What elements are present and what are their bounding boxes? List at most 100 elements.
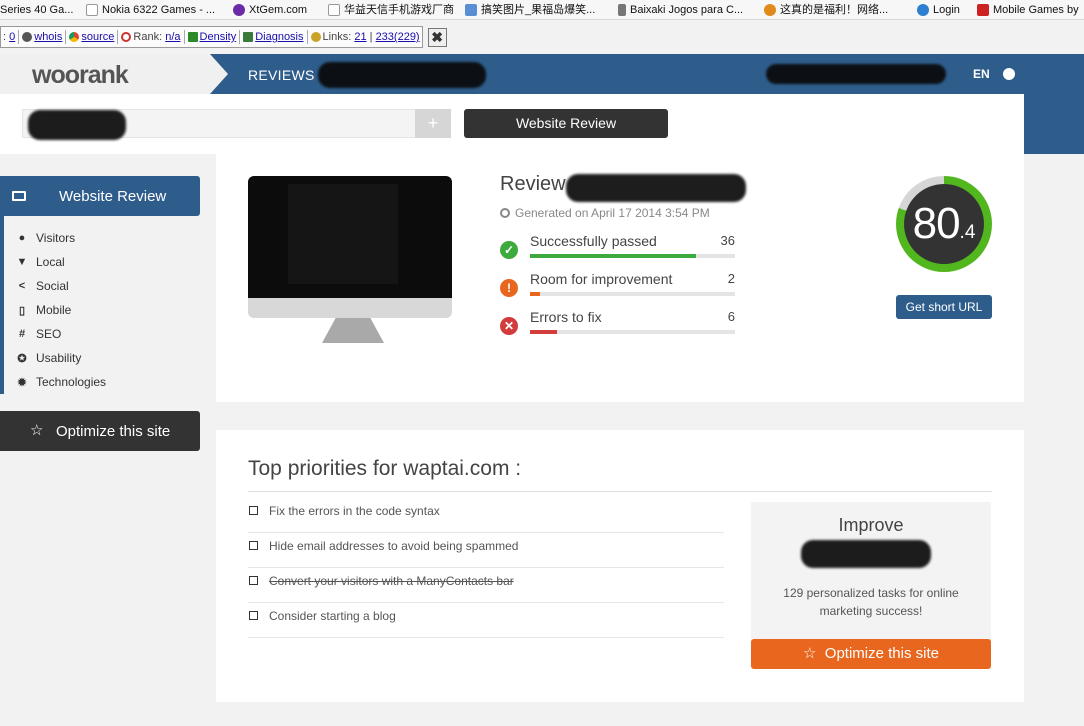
diagnosis-link[interactable]: Diagnosis [255,31,303,43]
separator [65,30,67,44]
phone-icon [618,4,626,16]
links-value-link[interactable]: 21 [354,31,366,43]
redacted-scribble [318,62,486,88]
checkbox[interactable] [249,576,258,585]
task-item[interactable]: Hide email addresses to avoid being spam… [248,533,724,568]
bookmark-item[interactable]: Nokia 6322 Games - ... [86,0,216,19]
site-screenshot [248,176,452,298]
monitor-stand [322,318,384,343]
separator [239,30,241,44]
links-total-link[interactable]: 233(229) [376,31,420,43]
seo-zero-link[interactable]: 0 [9,31,15,43]
share-icon: < [18,280,26,292]
sidebar-item-label: Mobile [36,303,72,317]
stat-count: 36 [720,233,735,248]
bookmark-label: 这真的是福利！网络... [780,4,889,16]
sidebar-item-local[interactable]: ▼ Local [16,252,65,272]
sidebar-optimize-button[interactable]: ☆ Optimize this site [0,411,200,451]
sidebar-item-mobile[interactable]: ▯ Mobile [16,300,71,320]
bookmark-label: Nokia 6322 Games - ... [102,4,216,16]
bookmark-label: Login [933,4,960,16]
page-icon [328,4,340,16]
source-icon [69,32,80,42]
priorities-title: Top priorities for waptai.com : [248,457,522,480]
bookmark-item[interactable]: 搞笑图片_果福岛爆笑... [465,0,596,19]
generated-date: Generated on April 17 2014 3:54 PM [500,206,710,220]
source-link[interactable]: source [81,31,114,43]
checkbox[interactable] [249,611,258,620]
site-header: woorank REVIEWS EN [0,54,1084,94]
stat-progress-track [530,330,735,334]
separator [117,30,119,44]
density-link[interactable]: Density [200,31,237,43]
globe-icon[interactable] [1003,68,1015,80]
lifebuoy-icon: ✪ [17,352,27,365]
rank-icon [121,32,132,42]
xtgem-icon [233,4,245,16]
diagnosis-icon [243,32,254,42]
bookmark-item[interactable]: Mobile Games by [977,0,1079,19]
bookmark-item[interactable]: 这真的是福利！网络... [764,0,889,19]
bookmark-item[interactable]: Login [917,0,960,19]
bookmark-item[interactable]: 华益天信手机游戏厂商 [328,0,454,19]
separator [306,30,308,44]
emoji-icon [764,4,776,16]
sidebar-item-usability[interactable]: ✪ Usability [16,348,81,368]
website-review-button[interactable]: Website Review [464,109,668,138]
add-button[interactable]: + [415,109,451,138]
get-short-url-button[interactable]: Get short URL [896,295,992,319]
stat-progress-track [530,254,735,258]
optimize-site-button[interactable]: ☆ Optimize this site [751,639,991,669]
sidebar-item-technologies[interactable]: ✹ Technologies [16,372,106,392]
checkbox[interactable] [249,541,258,550]
bookmark-label: 搞笑图片_果福岛爆笑... [481,4,596,16]
improve-heading: Improve [838,515,904,535]
score-decimal: .4 [959,222,976,243]
seo-toolbar-box: : 0 whois source Rank: n/a Density Diagn… [0,26,423,48]
stat-errors[interactable]: ✕ Errors to fix 6 [500,309,736,339]
task-item[interactable]: Consider starting a blog [248,603,724,638]
redacted-scribble [801,540,931,568]
woorank-logo[interactable]: woorank [32,61,129,90]
map-pin-icon: ▼ [16,256,28,268]
share-icon [465,4,477,16]
score-value: 80.4 [904,184,984,264]
rank-value-link[interactable]: n/a [165,31,180,43]
warning-icon: ! [500,279,518,297]
sidebar-item-label: Local [36,255,65,269]
bookmark-item[interactable]: Series 40 Ga... [0,0,74,19]
mobile-games-icon [977,4,989,16]
bookmark-label: Series 40 Ga... [0,4,74,16]
priorities-card: Top priorities for waptai.com : Fix the … [216,430,1024,702]
whois-icon [22,32,33,42]
score-integer: 80 [912,199,961,248]
header-extension [1024,94,1084,154]
reviews-nav-link[interactable]: REVIEWS [248,67,315,83]
links-separator: | [369,31,373,43]
whois-link[interactable]: whois [34,31,62,43]
star-icon: ☆ [803,645,817,662]
bookmark-item[interactable]: Baixaki Jogos para C... [618,0,743,19]
hash-icon: # [18,328,26,340]
task-item[interactable]: Convert your visitors with a ManyContact… [248,568,724,603]
stat-progress-fill [530,292,541,296]
close-icon[interactable]: ✖ [427,27,447,47]
sidebar-item-visitors[interactable]: ● Visitors [16,228,75,248]
checkbox[interactable] [249,506,258,515]
sidebar-item-label: Technologies [36,375,107,389]
review-summary-card: Review Generated on April 17 2014 3:54 P… [216,154,1024,402]
sidebar-item-label: Usability [36,351,82,365]
sidebar-website-review[interactable]: Website Review [0,176,200,216]
task-item[interactable]: Fix the errors in the code syntax [248,498,724,533]
bookmark-item[interactable]: XtGem.com [233,0,307,19]
login-icon [917,4,929,16]
sidebar-item-seo[interactable]: # SEO [16,324,61,344]
screenshot-content [288,184,398,284]
logo-area: woorank [0,54,228,94]
sidebar-item-social[interactable]: < Social [16,276,69,296]
search-row: + Website Review [0,94,1024,154]
stat-improvement[interactable]: ! Room for improvement 2 [500,271,736,301]
language-selector[interactable]: EN [973,67,990,81]
stat-label: Errors to fix [530,309,602,325]
stat-passed[interactable]: ✓ Successfully passed 36 [500,233,736,263]
